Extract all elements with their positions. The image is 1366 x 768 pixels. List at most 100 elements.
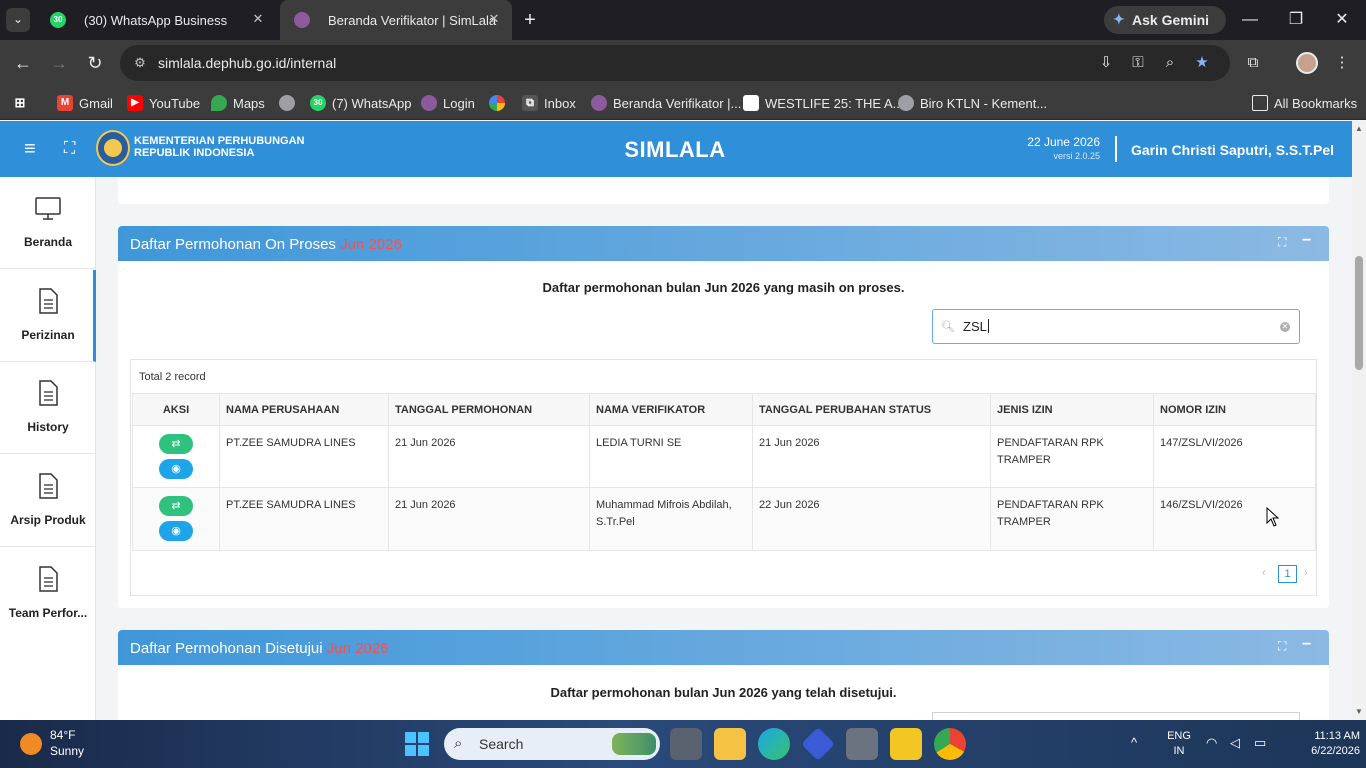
forward-button[interactable]: → [47, 51, 71, 75]
password-key-icon[interactable]: ⚿ [1128, 53, 1148, 73]
page-scrollbar[interactable]: ▲ ▼ [1352, 121, 1366, 720]
switch-verifier-button[interactable]: ⇄ [159, 434, 193, 454]
window-close-button[interactable]: ✕ [1330, 8, 1354, 32]
windows-start-button[interactable] [405, 732, 429, 756]
new-tab-button[interactable]: + [518, 8, 542, 32]
file-explorer-icon[interactable] [714, 728, 746, 760]
sidebar-item-arsip-produk[interactable]: Arsip Produk [0, 455, 96, 547]
camera-icon[interactable] [846, 728, 878, 760]
fullscreen-icon[interactable]: ⛶ [64, 139, 84, 159]
column-header[interactable]: JENIS IZIN [990, 393, 1154, 426]
site-info-icon[interactable]: ⚙ [132, 55, 148, 71]
wifi-icon[interactable]: ◠ [1206, 735, 1217, 751]
apps-grid-icon[interactable]: ⊞ [12, 92, 34, 114]
windows-taskbar: 84°F Sunny ⌕ Search ^ ENG IN ◠ ◁ ▭ 11:13… [0, 720, 1366, 768]
inbox-icon: ⧉ [522, 95, 538, 111]
system-clock[interactable]: 11:13 AM 6/22/2026 [1300, 729, 1360, 759]
scroll-down-arrow[interactable]: ▼ [1354, 707, 1364, 717]
minimize-button[interactable]: — [1238, 8, 1262, 32]
bookmark-biro-ktln[interactable]: Biro KTLN - Kement... [898, 92, 1047, 114]
scroll-up-arrow[interactable]: ▲ [1354, 124, 1364, 134]
weather-sun-icon[interactable] [20, 733, 42, 755]
globe-icon [279, 95, 295, 111]
task-view-icon[interactable] [670, 728, 702, 760]
column-header[interactable]: TANGGAL PERMOHONAN [388, 393, 590, 426]
app-header: ≡ ⛶ KEMENTERIAN PERHUBUNGAN REPUBLIK IND… [0, 121, 1352, 177]
bookmark-gmail[interactable]: M Gmail [57, 92, 113, 114]
prev-page-icon[interactable]: ‹ [1262, 567, 1266, 579]
status-date-cell: 22 Jun 2026 [752, 487, 991, 551]
page-number[interactable]: 1 [1278, 565, 1297, 583]
taskbar-search[interactable]: ⌕ Search [444, 728, 660, 760]
restore-button[interactable]: ❐ [1284, 8, 1308, 32]
globe-icon [898, 95, 914, 111]
bookmark-westlife[interactable]: WESTLIFE 25: THE A... [743, 92, 903, 114]
view-button[interactable]: ◉ [159, 521, 193, 541]
language-indicator[interactable]: ENG IN [1164, 729, 1194, 759]
tab-whatsapp[interactable]: 30 (30) WhatsApp Business ✕ [36, 0, 276, 40]
profile-avatar[interactable] [1296, 52, 1318, 74]
sidebar-item-history[interactable]: History [0, 362, 96, 454]
expand-icon[interactable]: ⛶ [1278, 639, 1292, 653]
sidebar-item-perizinan[interactable]: Perizinan [0, 270, 96, 362]
browser-toolbar: ← → ↻ ⚙ simlala.dephub.go.id/internal ⇩ … [0, 40, 1366, 86]
sidebar-item-beranda[interactable]: Beranda [0, 177, 96, 269]
column-header[interactable]: TANGGAL PERUBAHAN STATUS [752, 393, 991, 426]
zoom-icon[interactable]: ⌕ [1160, 53, 1180, 73]
weather-temperature[interactable]: 84°F [50, 728, 75, 742]
search-input[interactable]: 🔍︎ ZSL ✕ [932, 309, 1300, 344]
bookmark-maps[interactable]: Maps [211, 92, 265, 114]
whatsapp-icon: 30 [310, 95, 326, 111]
scroll-thumb[interactable] [1355, 256, 1363, 370]
clear-search-icon[interactable]: ✕ [1280, 322, 1290, 332]
expand-icon[interactable]: ⛶ [1278, 235, 1292, 249]
bookmark-inbox[interactable]: ⧉ Inbox [522, 92, 576, 114]
search-input[interactable] [932, 712, 1300, 720]
bookmark-star-icon[interactable]: ★ [1192, 53, 1212, 73]
all-bookmarks[interactable]: All Bookmarks [1252, 92, 1357, 114]
tray-overflow-icon[interactable]: ^ [1131, 735, 1137, 750]
minimize-card-icon[interactable]: − [1302, 636, 1316, 653]
minimize-card-icon[interactable]: − [1302, 232, 1316, 249]
action-cell: ⇄ ◉ [132, 425, 220, 488]
back-button[interactable]: ← [11, 51, 35, 75]
bookmark-youtube[interactable]: ▶ YouTube [127, 92, 200, 114]
close-icon[interactable]: ✕ [486, 11, 502, 27]
reload-button[interactable]: ↻ [83, 51, 107, 75]
tab-simlala[interactable]: Beranda Verifikator | SimLala ✕ [280, 0, 512, 40]
tab-search-button[interactable]: ⌄ [6, 8, 30, 32]
sidebar-item-team-performance[interactable]: Team Perfor... [0, 548, 96, 640]
weather-condition[interactable]: Sunny [50, 744, 84, 758]
chrome-icon[interactable] [934, 728, 966, 760]
column-header[interactable]: NAMA PERUSAHAAN [219, 393, 389, 426]
card-title: Daftar Permohonan On Proses Jun 2026 [130, 236, 402, 253]
next-page-icon[interactable]: › [1304, 567, 1308, 579]
battery-icon[interactable]: ▭ [1254, 735, 1266, 751]
browser-tab-bar: ⌄ 30 (30) WhatsApp Business ✕ Beranda Ve… [0, 0, 1366, 40]
ask-gemini-button[interactable]: ✦ Ask Gemini [1104, 6, 1226, 34]
bookmark-photos[interactable] [489, 92, 511, 114]
bookmark-login[interactable]: Login [421, 92, 475, 114]
whatsapp-icon: 30 [50, 12, 66, 28]
switch-verifier-button[interactable]: ⇄ [159, 496, 193, 516]
address-bar[interactable]: ⚙ simlala.dephub.go.id/internal [120, 45, 1230, 81]
column-header[interactable]: NAMA VERIFIKATOR [589, 393, 753, 426]
column-header[interactable]: NOMOR IZIN [1153, 393, 1316, 426]
hamburger-menu-icon[interactable]: ≡ [24, 139, 44, 159]
extensions-icon[interactable]: ⧉ [1243, 53, 1263, 73]
bookmark-beranda[interactable]: Beranda Verifikator |... [591, 92, 741, 114]
user-name[interactable]: Garin Christi Saputri, S.S.T.Pel [1131, 142, 1334, 158]
sticky-notes-icon[interactable] [890, 728, 922, 760]
install-app-icon[interactable]: ⇩ [1096, 53, 1116, 73]
bookmark-globe[interactable] [279, 92, 301, 114]
copilot-icon[interactable] [801, 727, 835, 761]
menu-dots-icon[interactable]: ⋮ [1332, 53, 1352, 73]
view-button[interactable]: ◉ [159, 459, 193, 479]
bookmark-whatsapp[interactable]: 30 (7) WhatsApp [310, 92, 411, 114]
permit-number-cell: 147/ZSL/VI/2026 [1153, 425, 1316, 488]
gemini-icon: ✦ [1113, 11, 1125, 27]
volume-icon[interactable]: ◁ [1230, 735, 1240, 751]
company-cell: PT.ZEE SAMUDRA LINES [219, 425, 389, 488]
edge-icon[interactable] [758, 728, 790, 760]
close-icon[interactable]: ✕ [250, 11, 266, 27]
